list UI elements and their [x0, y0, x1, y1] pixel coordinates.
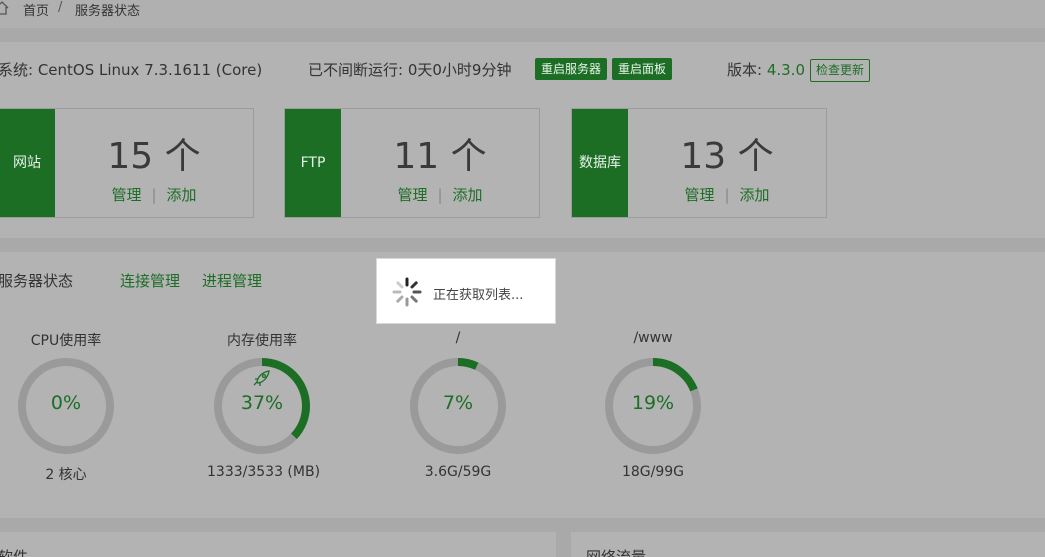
- ftp-manage-link[interactable]: 管理: [397, 186, 427, 204]
- www-disk-gauge-value: 19%: [631, 392, 675, 414]
- network-traffic-title: 网络流量: [586, 548, 647, 557]
- database-card-tag[interactable]: 数据库: [572, 109, 628, 217]
- ftp-add-link[interactable]: 添加: [453, 186, 483, 204]
- memory-gauge[interactable]: 内存使用率 37% 1333/3533 (MB): [207, 330, 321, 480]
- root-disk-gauge[interactable]: / 7% 3.6G/59G: [403, 330, 513, 480]
- software-panel-title: 软件: [0, 548, 29, 557]
- home-icon[interactable]: [0, 0, 10, 16]
- os-info: 系统: CentOS Linux 7.3.1611 (Core): [0, 61, 263, 79]
- memory-gauge-label: 内存使用率: [227, 333, 297, 349]
- version-info: 版本: 4.3.0: [727, 59, 805, 80]
- cpu-gauge[interactable]: CPU使用率 0% 2 核心: [11, 330, 121, 484]
- connection-manage-link[interactable]: 连接管理: [120, 270, 180, 291]
- version-number: 4.3.0: [766, 61, 805, 79]
- cpu-gauge-detail: 2 核心: [45, 467, 87, 483]
- process-manage-link[interactable]: 进程管理: [202, 270, 262, 291]
- database-count: 13 个: [680, 136, 774, 177]
- loading-text: 正在获取列表...: [433, 288, 524, 303]
- server-status-title: 服务器状态: [0, 272, 74, 290]
- site-card-actions: 管理 | 添加: [55, 184, 253, 205]
- action-divider: |: [724, 186, 730, 204]
- panel-page: 首页 / 服务器状态 系统: CentOS Linux 7.3.1611 (Co…: [0, 0, 1045, 557]
- network-traffic-panel: 网络流量: [571, 532, 1045, 557]
- cpu-gauge-label: CPU使用率: [30, 333, 102, 349]
- root-disk-gauge-value: 7%: [442, 392, 474, 414]
- site-manage-link[interactable]: 管理: [111, 186, 141, 204]
- breadcrumb-separator: /: [58, 0, 63, 15]
- action-divider: |: [151, 186, 157, 204]
- database-card-actions: 管理 | 添加: [628, 184, 826, 205]
- site-card-tag[interactable]: 网站: [0, 109, 55, 217]
- restart-panel-button[interactable]: 重启面板: [612, 58, 673, 80]
- site-card: 网站 15 个 管理 | 添加: [0, 108, 254, 218]
- restart-server-button[interactable]: 重启服务器: [535, 58, 608, 80]
- breadcrumb-current: 服务器状态: [75, 4, 141, 19]
- uptime-info: 已不间断运行: 0天0小时9分钟: [308, 61, 512, 79]
- cpu-gauge-value: 0%: [50, 392, 82, 414]
- system-info-bar: 系统: CentOS Linux 7.3.1611 (Core) 已不间断运行:…: [0, 42, 1045, 90]
- loading-popup: 正在获取列表...: [376, 258, 556, 324]
- breadcrumb: 首页 / 服务器状态: [0, 0, 1045, 28]
- software-panel: 软件: [0, 532, 556, 557]
- www-disk-gauge[interactable]: /www 19% 18G/99G: [598, 330, 708, 480]
- site-add-link[interactable]: 添加: [167, 186, 197, 204]
- root-disk-gauge-label: /: [455, 330, 461, 346]
- ftp-card-actions: 管理 | 添加: [341, 184, 539, 205]
- database-card: 数据库 13 个 管理 | 添加: [571, 108, 827, 218]
- check-update-button[interactable]: 检查更新: [810, 59, 871, 82]
- site-count: 15 个: [107, 136, 201, 177]
- ftp-card: FTP 11 个 管理 | 添加: [284, 108, 540, 218]
- version-label: 版本:: [727, 61, 767, 79]
- breadcrumb-home-link[interactable]: 首页: [23, 0, 49, 19]
- ftp-count: 11 个: [393, 136, 487, 177]
- database-manage-link[interactable]: 管理: [684, 186, 714, 204]
- memory-gauge-value: 37%: [240, 392, 284, 414]
- ftp-card-tag[interactable]: FTP: [285, 109, 341, 217]
- loading-spinner-icon: [392, 277, 422, 307]
- memory-gauge-detail: 1333/3533 (MB): [207, 464, 321, 480]
- database-add-link[interactable]: 添加: [740, 186, 770, 204]
- action-divider: |: [437, 186, 443, 204]
- www-disk-gauge-label: /www: [633, 330, 673, 346]
- root-disk-gauge-detail: 3.6G/59G: [424, 464, 492, 480]
- www-disk-gauge-detail: 18G/99G: [621, 464, 685, 480]
- rocket-icon[interactable]: [253, 370, 270, 386]
- stat-cards: 网站 15 个 管理 | 添加 FTP 11 个 管理 | 添加 数据库 13 个 管理…: [0, 90, 1045, 238]
